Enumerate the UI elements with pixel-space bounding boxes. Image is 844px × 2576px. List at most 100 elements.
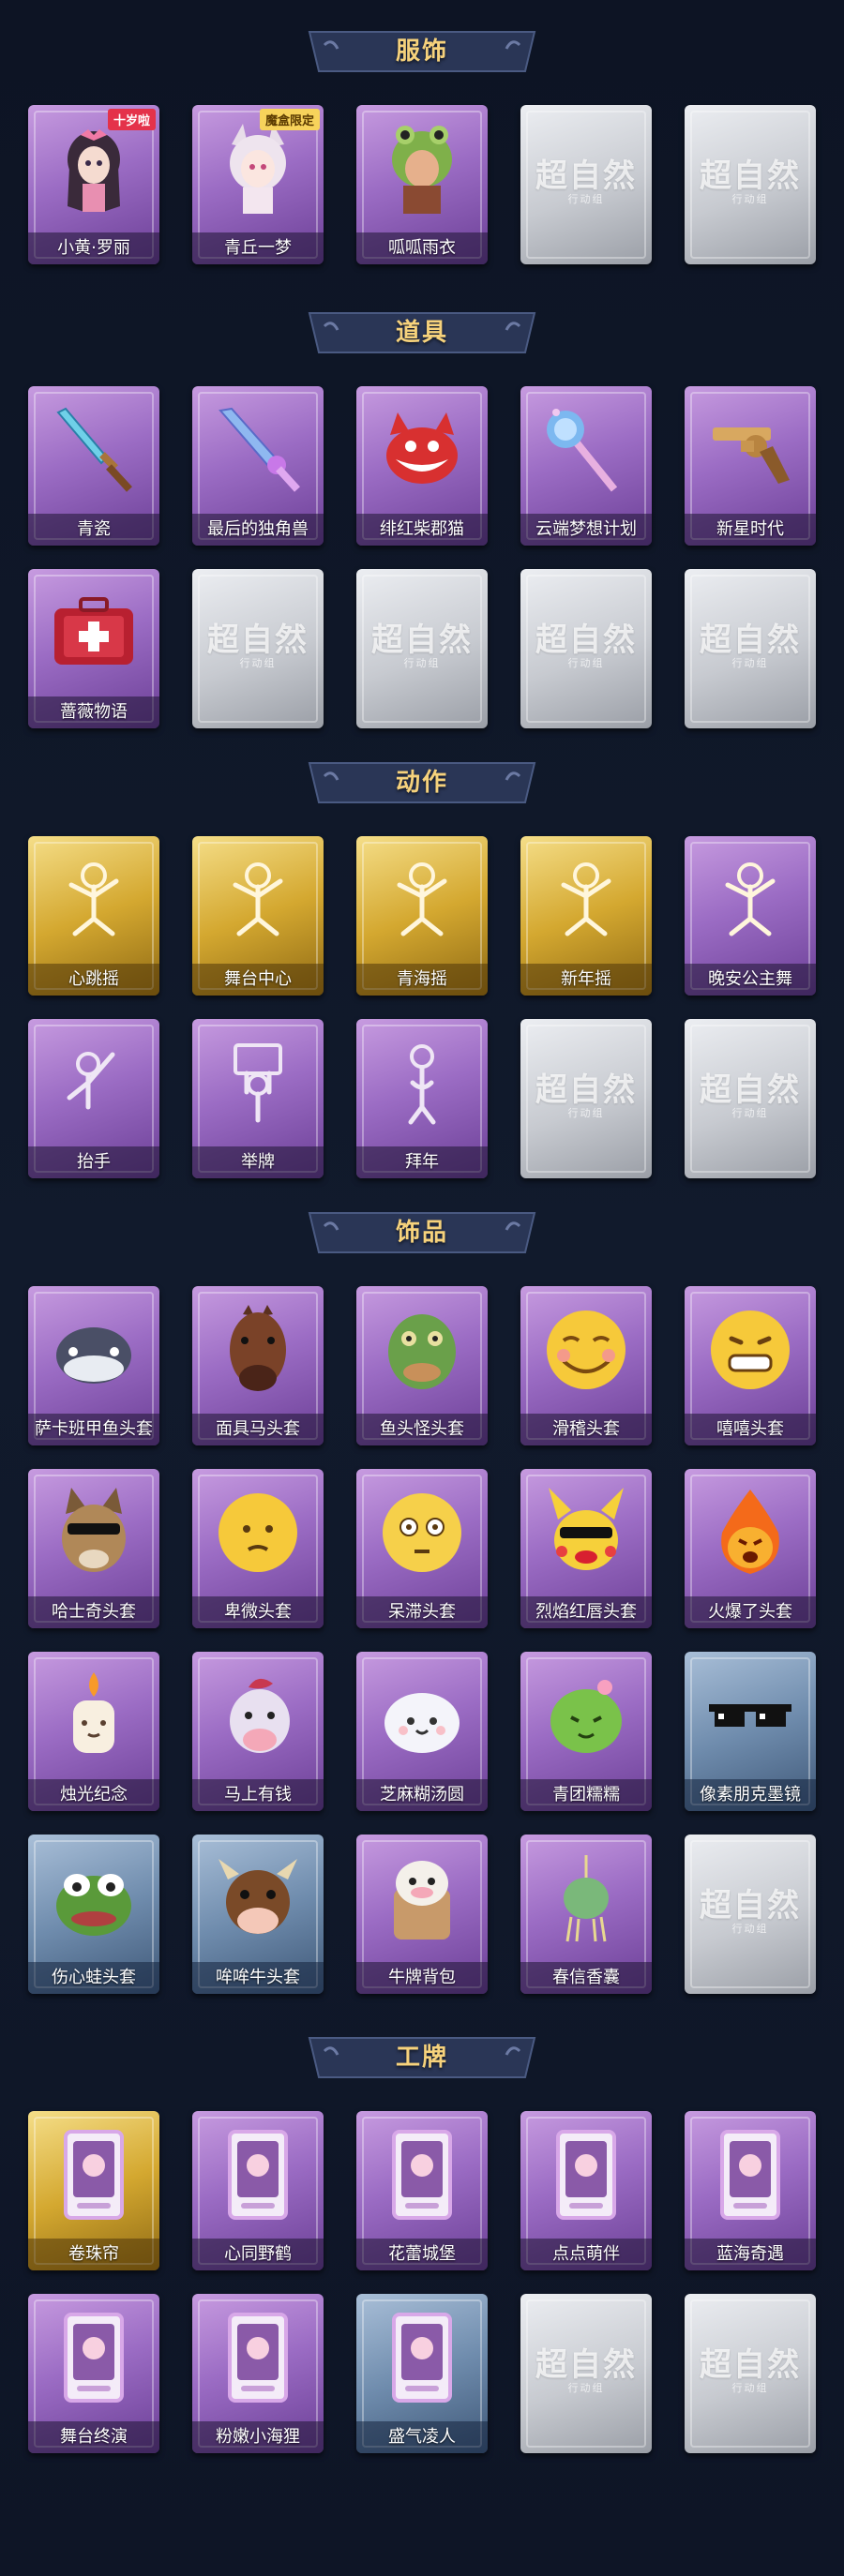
item-label: 花蕾城堡	[356, 2239, 488, 2270]
item-card[interactable]: 绯红柴郡猫	[356, 386, 488, 546]
item-card[interactable]: 滑稽头套	[520, 1286, 652, 1445]
item-card[interactable]: 哞哞牛头套	[192, 1835, 324, 1994]
section-title: 工牌	[395, 2044, 448, 2072]
item-card[interactable]: 青瓷	[28, 386, 159, 546]
frog-raincoat-costume-icon	[375, 122, 469, 216]
item-label: 拜年	[356, 1146, 488, 1178]
locked-item-card[interactable]: 超自然 行动组	[685, 2294, 816, 2453]
item-label: 烛光纪念	[28, 1779, 159, 1811]
locked-item-card[interactable]: 超自然 行动组	[520, 105, 652, 264]
item-card[interactable]: 萨卡班甲鱼头套	[28, 1286, 159, 1445]
item-card[interactable]: 面具马头套	[192, 1286, 324, 1445]
item-card[interactable]: 嘻嘻头套	[685, 1286, 816, 1445]
locked-item-card[interactable]: 超自然 行动组	[356, 569, 488, 728]
item-label: 舞台中心	[192, 964, 324, 996]
item-label: 绯红柴郡猫	[356, 514, 488, 546]
item-label: 马上有钱	[192, 1779, 324, 1811]
item-card[interactable]: 卑微头套	[192, 1469, 324, 1628]
fish-head-icon	[47, 1303, 141, 1397]
item-card[interactable]: 像素朋克墨镜	[685, 1652, 816, 1811]
item-card[interactable]: 哈士奇头套	[28, 1469, 159, 1628]
locked-item-card[interactable]: 超自然 行动组	[685, 1019, 816, 1178]
item-card[interactable]: 蓝海奇遇	[685, 2111, 816, 2270]
item-card[interactable]: 点点萌伴	[520, 2111, 652, 2270]
dance-pose-icon	[539, 853, 633, 947]
section-banner: 饰品	[300, 1209, 544, 1256]
locked-item-card[interactable]: 超自然 行动组	[520, 1019, 652, 1178]
item-card[interactable]: 舞台终演	[28, 2294, 159, 2453]
item-card[interactable]: 晚安公主舞	[685, 836, 816, 996]
item-label: 小黄·罗丽	[28, 232, 159, 264]
item-card[interactable]: 青丘一梦 魔盒限定	[192, 105, 324, 264]
item-card[interactable]: 云端梦想计划	[520, 386, 652, 546]
item-card[interactable]: 最后的独角兽	[192, 386, 324, 546]
placeholder-logo-text: 超自然	[700, 1887, 801, 1925]
locked-item-card[interactable]: 超自然 行动组	[685, 1835, 816, 1994]
locked-item-card[interactable]: 超自然 行动组	[520, 569, 652, 728]
item-card[interactable]: 青团糯糯	[520, 1652, 652, 1811]
item-label: 粉嫩小海狸	[192, 2421, 324, 2453]
placeholder-logo-subtitle: 行动组	[239, 657, 277, 669]
placeholder-logo-subtitle: 行动组	[731, 657, 769, 669]
item-card[interactable]: 烛光纪念	[28, 1652, 159, 1811]
candle-icon	[47, 1669, 141, 1762]
item-label: 心同野鹤	[192, 2239, 324, 2270]
locked-item-card[interactable]: 超自然 行动组	[685, 105, 816, 264]
item-card[interactable]: 呱呱雨衣	[356, 105, 488, 264]
fire-face-icon	[703, 1486, 797, 1580]
section-title: 服饰	[395, 37, 448, 66]
item-card[interactable]: 火爆了头套	[685, 1469, 816, 1628]
item-card[interactable]: 盛气凌人	[356, 2294, 488, 2453]
dance-pose-icon	[375, 853, 469, 947]
raise-hand-pose-icon	[47, 1036, 141, 1130]
item-label: 盛气凌人	[356, 2421, 488, 2453]
item-label: 牛牌背包	[356, 1962, 488, 1994]
item-card[interactable]: 拜年	[356, 1019, 488, 1178]
item-card[interactable]: 小黄·罗丽 十岁啦	[28, 105, 159, 264]
placeholder-logo-text: 超自然	[535, 2346, 637, 2384]
item-card[interactable]: 芝麻糊汤圆	[356, 1652, 488, 1811]
item-card[interactable]: 新星时代	[685, 386, 816, 546]
placeholder-logo-subtitle: 行动组	[731, 1107, 769, 1119]
husky-head-icon	[47, 1486, 141, 1580]
item-card[interactable]: 烈焰红唇头套	[520, 1469, 652, 1628]
item-card[interactable]: 花蕾城堡	[356, 2111, 488, 2270]
locked-item-card[interactable]: 超自然 行动组	[520, 2294, 652, 2453]
item-card[interactable]: 舞台中心	[192, 836, 324, 996]
section-title: 道具	[395, 319, 448, 347]
item-card[interactable]: 蔷薇物语	[28, 569, 159, 728]
item-card[interactable]: 心跳摇	[28, 836, 159, 996]
item-label: 呱呱雨衣	[356, 232, 488, 264]
item-card[interactable]: 新年摇	[520, 836, 652, 996]
item-card[interactable]: 青海摇	[356, 836, 488, 996]
item-label: 面具马头套	[192, 1414, 324, 1445]
item-card[interactable]: 心同野鹤	[192, 2111, 324, 2270]
item-label: 火爆了头套	[685, 1596, 816, 1628]
item-card[interactable]: 春信香囊	[520, 1835, 652, 1994]
item-label: 芝麻糊汤圆	[356, 1779, 488, 1811]
fox-girl-costume-icon	[211, 122, 305, 216]
section-banner: 动作	[300, 759, 544, 806]
item-label: 舞台终演	[28, 2421, 159, 2453]
badge-card-icon	[375, 2128, 469, 2222]
placeholder-logo-subtitle: 行动组	[731, 2382, 769, 2394]
item-card[interactable]: 呆滞头套	[356, 1469, 488, 1628]
badge-card-icon	[47, 2311, 141, 2404]
section-banner: 服饰	[300, 28, 544, 75]
item-card[interactable]: 马上有钱	[192, 1652, 324, 1811]
item-card[interactable]: 举牌	[192, 1019, 324, 1178]
badge-card-icon	[539, 2128, 633, 2222]
item-card[interactable]: 抬手	[28, 1019, 159, 1178]
item-label: 呆滞头套	[356, 1596, 488, 1628]
locked-item-card[interactable]: 超自然 行动组	[685, 569, 816, 728]
cow-head-icon	[211, 1851, 305, 1945]
locked-item-card[interactable]: 超自然 行动组	[192, 569, 324, 728]
item-card[interactable]: 粉嫩小海狸	[192, 2294, 324, 2453]
item-label: 青瓷	[28, 514, 159, 546]
placeholder-logo-subtitle: 行动组	[567, 2382, 605, 2394]
item-card[interactable]: 鱼头怪头套	[356, 1286, 488, 1445]
item-card[interactable]: 伤心蛙头套	[28, 1835, 159, 1994]
item-card[interactable]: 卷珠帘	[28, 2111, 159, 2270]
dazed-face-icon	[375, 1486, 469, 1580]
item-card[interactable]: 牛牌背包	[356, 1835, 488, 1994]
